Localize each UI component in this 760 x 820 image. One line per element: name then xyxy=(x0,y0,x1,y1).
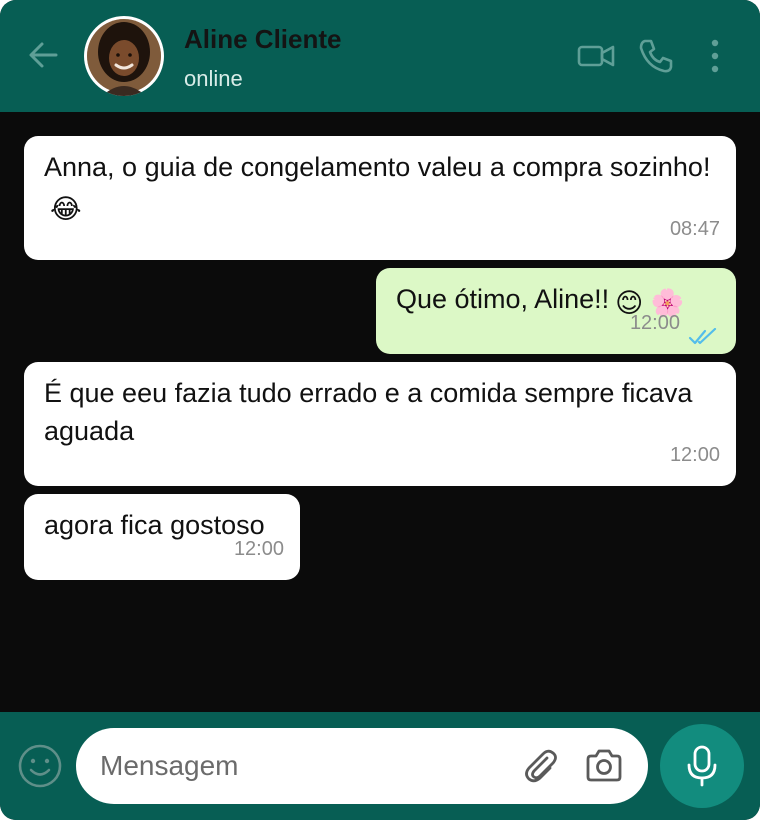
contact-name: Aline Cliente xyxy=(184,24,342,54)
laughing-emoji: 😂 xyxy=(50,194,82,224)
message-time: 12:00 xyxy=(669,444,720,466)
contact-status: online xyxy=(184,66,243,91)
composer-bar xyxy=(0,712,760,820)
message-incoming[interactable]: agora fica gostoso 12:00 xyxy=(24,494,300,580)
read-receipt-icon xyxy=(688,318,718,345)
message-time: 12:00 xyxy=(233,538,284,560)
avatar[interactable] xyxy=(84,16,164,96)
message-list: Anna, o guia de congelamento valeu a com… xyxy=(0,112,760,712)
message-body: Anna, o guia de congelamento valeu a com… xyxy=(44,148,716,228)
message-input-container xyxy=(76,728,648,804)
mic-button[interactable] xyxy=(660,724,744,808)
camera-icon[interactable] xyxy=(584,748,624,784)
attach-icon[interactable] xyxy=(520,746,560,786)
message-text: Que ótimo, Aline!! xyxy=(396,284,610,314)
message-input[interactable] xyxy=(100,742,500,790)
emoji-icon[interactable] xyxy=(16,742,64,790)
more-vert-icon[interactable] xyxy=(700,36,730,76)
phone-icon[interactable] xyxy=(636,36,676,76)
message-text: Anna, o guia de congelamento valeu a com… xyxy=(44,152,711,182)
back-arrow-icon[interactable] xyxy=(26,38,60,72)
message-time: 08:47 xyxy=(669,218,720,240)
video-call-icon[interactable] xyxy=(576,36,616,76)
message-time: 12:00 xyxy=(629,312,680,334)
chat-window: Aline Cliente online Anna, o guia de con… xyxy=(0,0,760,820)
mic-icon xyxy=(687,745,717,787)
message-outgoing[interactable]: Que ótimo, Aline!! 😊 🌸 12:00 xyxy=(376,268,736,354)
message-incoming[interactable]: É que eeu fazia tudo errado e a comida s… xyxy=(24,362,736,486)
message-incoming[interactable]: Anna, o guia de congelamento valeu a com… xyxy=(24,136,736,260)
message-text: É que eeu fazia tudo errado e a comida s… xyxy=(44,378,693,446)
chat-header: Aline Cliente online xyxy=(0,0,760,112)
